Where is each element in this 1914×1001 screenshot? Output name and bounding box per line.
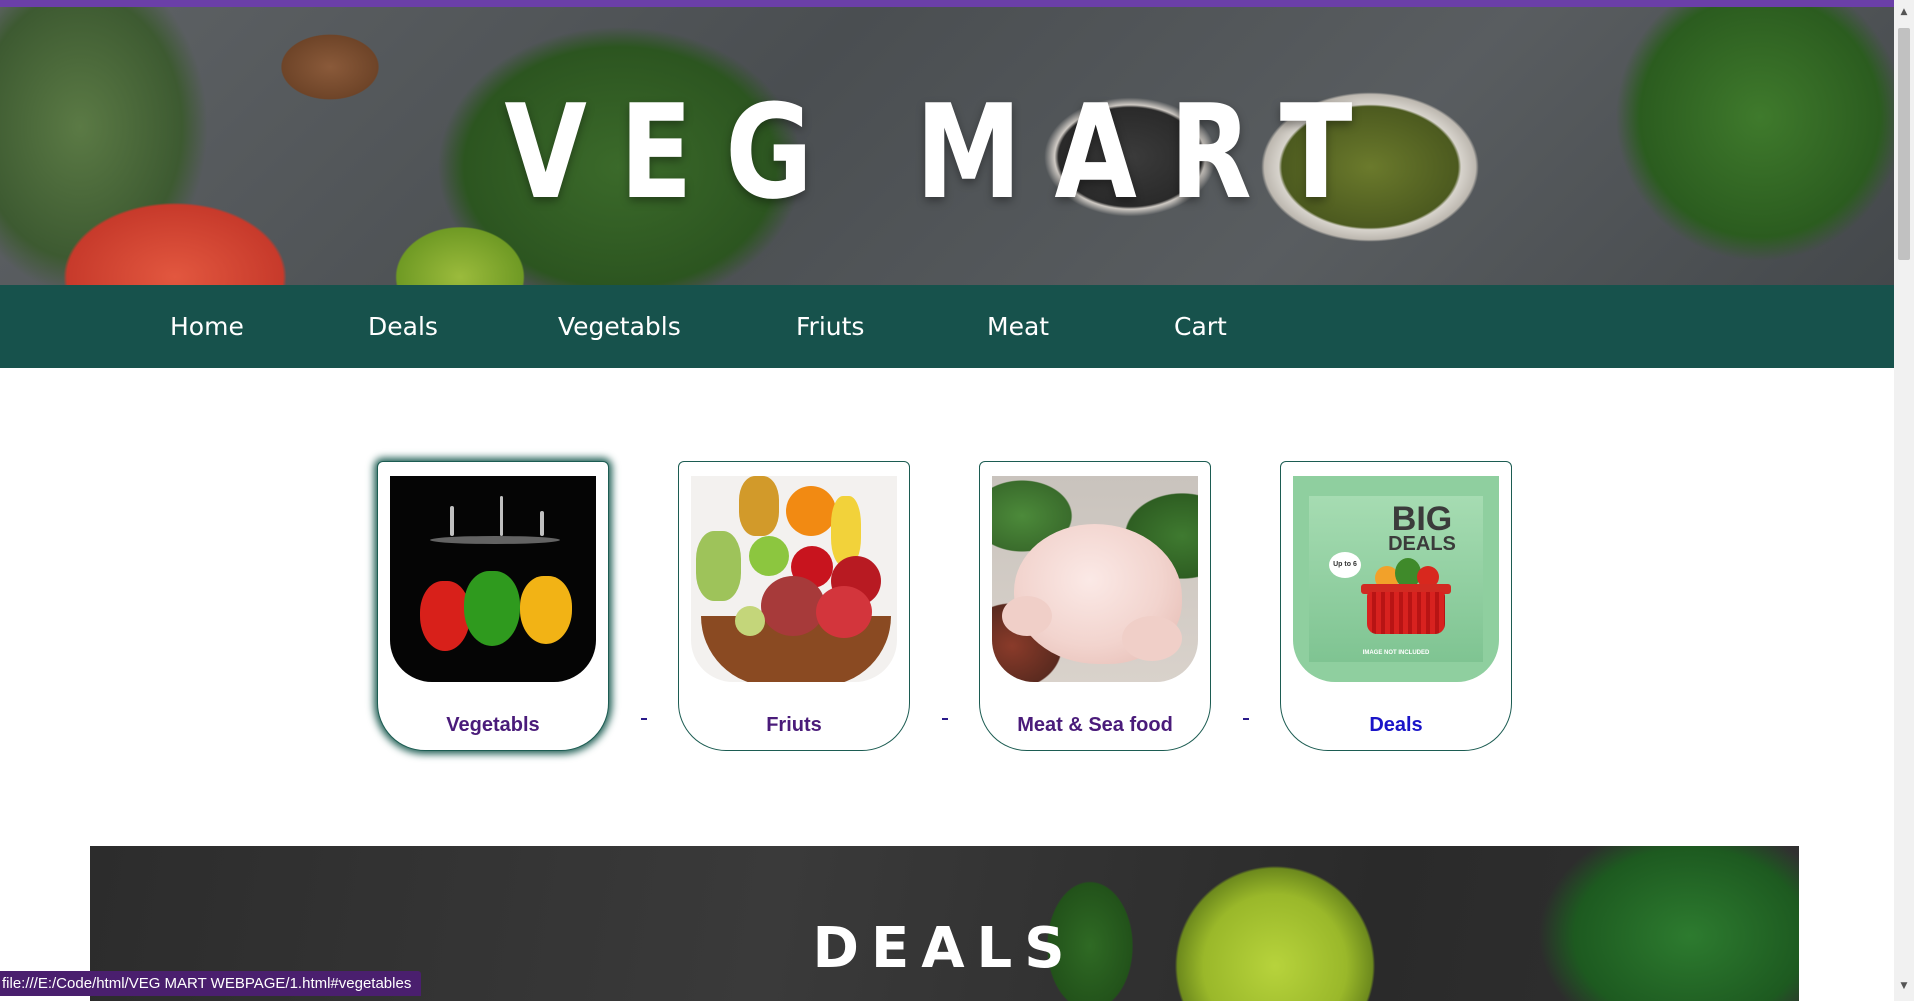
category-card-deals[interactable]: BIG DEALS Up to 6 IMAGE NOT INCLUDED Dea… [1280, 461, 1512, 751]
fruits-image [691, 476, 897, 682]
nav-fruits[interactable]: Friuts [796, 285, 864, 368]
hero-banner: VEG MART [0, 7, 1894, 285]
big-deals-text: BIG DEALS [1388, 500, 1456, 555]
fineprint: IMAGE NOT INCLUDED [1362, 650, 1430, 656]
nav-vegetables[interactable]: Vegetabls [558, 285, 681, 368]
category-label: Vegetabls [446, 714, 540, 736]
card-separator [942, 718, 948, 720]
card-separator [1243, 718, 1249, 720]
card-separator [641, 718, 647, 720]
top-accent-bar [0, 0, 1894, 7]
scroll-thumb[interactable] [1898, 28, 1910, 260]
site-title: VEG MART [504, 76, 1386, 228]
nav-meat[interactable]: Meat [987, 285, 1049, 368]
category-label: Friuts [766, 714, 822, 736]
deals-image: BIG DEALS Up to 6 IMAGE NOT INCLUDED [1293, 476, 1499, 682]
category-label: Deals [1369, 714, 1423, 736]
shopping-basket-icon [1367, 592, 1445, 634]
status-url: file:///E:/Code/html/VEG MART WEBPAGE/1.… [0, 971, 422, 996]
vegetables-image [390, 476, 596, 682]
category-card-vegetables[interactable]: Vegetabls [377, 461, 609, 751]
nav-home[interactable]: Home [170, 285, 244, 368]
category-label: Meat & Sea food [1017, 714, 1173, 736]
deals-bubble: Up to 6 [1329, 552, 1361, 578]
nav-cart[interactable]: Cart [1174, 285, 1227, 368]
scroll-down-arrow-icon[interactable]: ▼ [1894, 976, 1914, 996]
page-scrollbar[interactable]: ▲ ▼ [1894, 0, 1914, 1001]
category-card-meat[interactable]: Meat & Sea food [979, 461, 1211, 751]
category-card-fruits[interactable]: Friuts [678, 461, 910, 751]
main-nav: Home Deals Vegetabls Friuts Meat Cart [0, 285, 1894, 368]
meat-image [992, 476, 1198, 682]
scroll-up-arrow-icon[interactable]: ▲ [1894, 2, 1914, 22]
nav-deals[interactable]: Deals [368, 285, 438, 368]
